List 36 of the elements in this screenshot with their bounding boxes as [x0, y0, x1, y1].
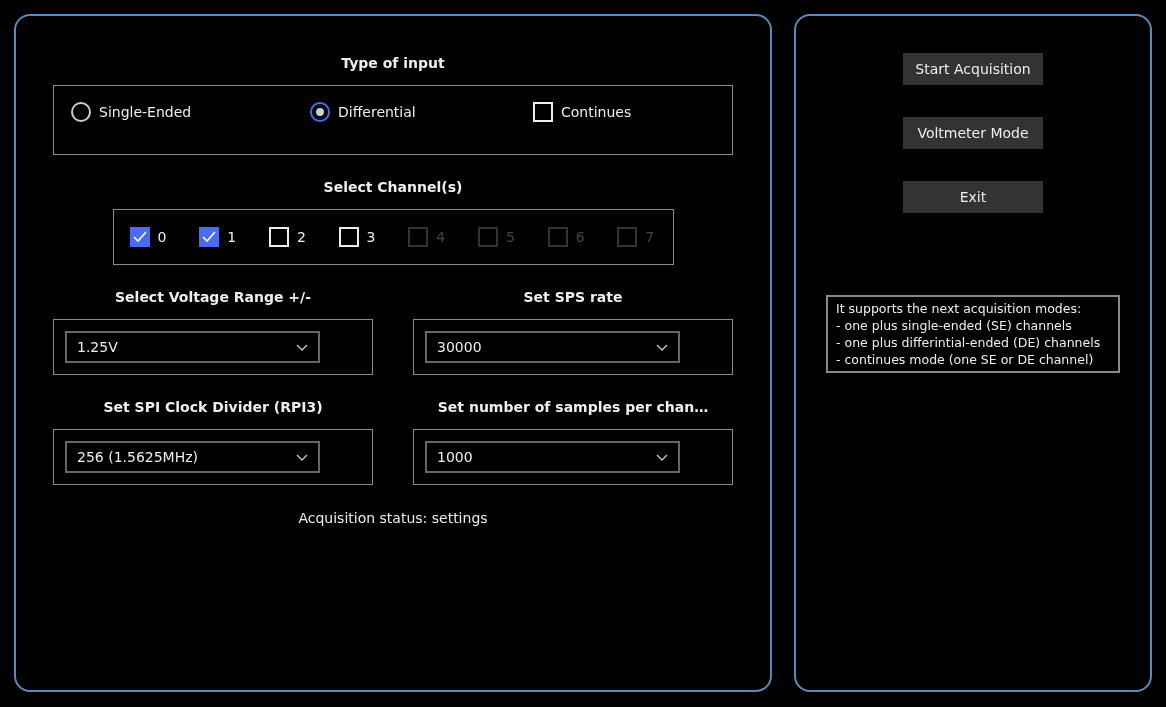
checkbox[interactable] [129, 227, 150, 247]
option-label: Single-Ended [99, 104, 192, 120]
dropdown[interactable]: 256 (1.5625MHz) [65, 441, 320, 473]
check-icon [202, 231, 217, 243]
radio-button[interactable] [310, 102, 330, 122]
channel-label: 6 [575, 229, 585, 245]
action-button[interactable]: Exit [903, 181, 1043, 213]
option-label: Differential [338, 104, 416, 120]
chevron-down-icon [296, 453, 308, 461]
action-button[interactable]: Voltmeter Mode [903, 117, 1043, 149]
channel-label: 7 [645, 229, 655, 245]
channel-label: 5 [505, 229, 515, 245]
dropdown[interactable]: 1000 [425, 441, 680, 473]
checkbox[interactable] [199, 227, 220, 247]
section-title: Select Voltage Range +/- [115, 288, 311, 306]
chevron-down-icon [296, 343, 308, 351]
section-title: Set number of samples per chan… [437, 398, 709, 416]
section-title: Select Channel(s) [323, 178, 463, 196]
channel-label: 1 [227, 229, 237, 245]
channel-label: 2 [296, 229, 306, 245]
channel-label: 3 [366, 229, 376, 245]
dropdown[interactable]: 1.25V [65, 331, 320, 363]
option-label: Continues [561, 104, 632, 120]
chevron-down-icon [656, 343, 668, 351]
status-text: Acquisition status: settings [298, 509, 488, 527]
section-title: Type of input [341, 54, 445, 72]
channel-label: 4 [436, 229, 446, 245]
chevron-down-icon [656, 453, 668, 461]
dropdown[interactable]: 30000 [425, 331, 680, 363]
section-title: Set SPI Clock Divider (RPI3) [103, 398, 323, 416]
action-button[interactable]: Start Acquisition [903, 53, 1043, 85]
radio-button[interactable] [71, 102, 91, 122]
section-title: Set SPS rate [523, 288, 623, 306]
check-icon [132, 231, 147, 243]
channel-label: 0 [157, 229, 167, 245]
info-text: It supports the next acquisition modes: - one plus single-ended (SE) channels - one plus differintial-ended (DE) channels - continues mode (one SE or DE channel) [826, 295, 1120, 373]
